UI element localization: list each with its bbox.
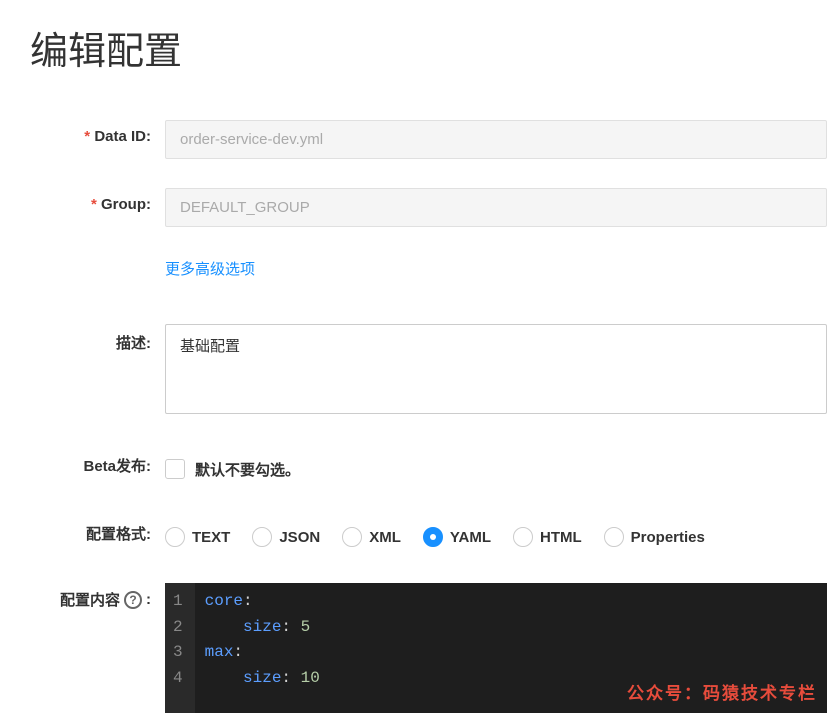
radio-label: TEXT [192,529,230,546]
label-data-id: Data ID: [30,120,165,145]
radio-circle-icon [423,527,443,547]
watermark-text: 公众号：码猿技术专栏 [627,680,817,707]
radio-format-yaml[interactable]: YAML [423,527,491,547]
radio-label: Properties [631,529,705,546]
page-title: 编辑配置 [30,20,827,75]
radio-format-html[interactable]: HTML [513,527,582,547]
label-description: 描述: [30,324,165,353]
radio-label: YAML [450,529,491,546]
code-editor[interactable]: 1234 core: size: 5 max: size: 10 公众号：码猿技… [165,583,827,713]
checkbox-beta-text: 默认不要勾选。 [195,459,300,480]
code-gutter: 1234 [165,583,195,713]
input-group [165,188,827,227]
radio-circle-icon [604,527,624,547]
code-content[interactable]: core: size: 5 max: size: 10 公众号：码猿技术专栏 [195,583,827,713]
help-icon[interactable]: ? [124,591,142,609]
label-beta: Beta发布: [30,447,165,476]
input-data-id [165,120,827,159]
radio-label: HTML [540,529,582,546]
radio-format-xml[interactable]: XML [342,527,401,547]
textarea-description[interactable]: 基础配置 [165,324,827,414]
radio-format-text[interactable]: TEXT [165,527,230,547]
radio-label: JSON [279,529,320,546]
link-advanced-options[interactable]: 更多高级选项 [165,256,255,279]
radio-format-json[interactable]: JSON [252,527,320,547]
label-content: 配置内容?: [30,583,165,610]
checkbox-beta[interactable] [165,459,185,479]
label-format: 配置格式: [30,515,165,544]
radio-circle-icon [252,527,272,547]
radio-format-properties[interactable]: Properties [604,527,705,547]
radio-circle-icon [342,527,362,547]
radio-label: XML [369,529,401,546]
radio-group-format: TEXT JSON XML YAML HTML Properties [165,515,827,555]
radio-circle-icon [165,527,185,547]
label-group: Group: [30,188,165,213]
radio-circle-icon [513,527,533,547]
